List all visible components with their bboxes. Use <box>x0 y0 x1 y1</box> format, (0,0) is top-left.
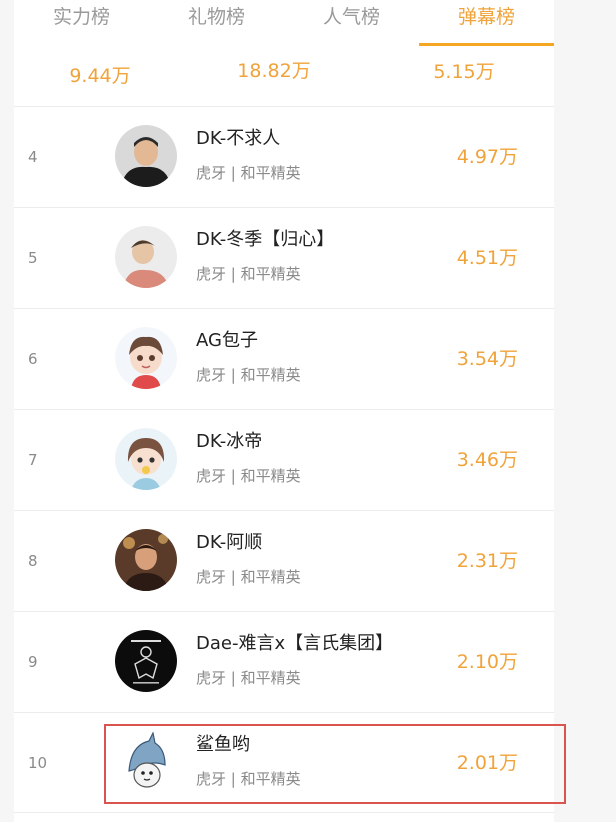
platform-game: 虎牙 | 和平精英 <box>196 265 301 283</box>
platform-game: 虎牙 | 和平精英 <box>196 467 301 485</box>
list-item[interactable]: 7 DK-冰帝 虎牙 | 和平精英 3.46万 <box>14 410 554 510</box>
rank-number: 7 <box>28 451 38 469</box>
rank-number: 10 <box>28 754 48 772</box>
top3-value-3: 5.15万 <box>433 61 495 83</box>
divider <box>14 812 554 813</box>
avatar <box>115 630 177 692</box>
platform-game: 虎牙 | 和平精英 <box>196 568 301 586</box>
platform-game: 虎牙 | 和平精英 <box>196 366 301 384</box>
danmaku-count: 2.10万 <box>456 651 518 673</box>
list-item[interactable]: 5 DK-冬季【归心】 虎牙 | 和平精英 4.51万 <box>14 208 554 308</box>
tab-popularity[interactable]: 人气榜 <box>284 0 419 46</box>
tab-gift[interactable]: 礼物榜 <box>149 0 284 46</box>
rank-number: 6 <box>28 350 38 368</box>
avatar <box>115 327 177 389</box>
tab-danmaku[interactable]: 弹幕榜 <box>419 0 554 46</box>
avatar <box>115 428 177 490</box>
danmaku-count: 2.31万 <box>456 550 518 572</box>
danmaku-count: 4.51万 <box>456 247 518 269</box>
danmaku-count: 3.54万 <box>456 348 518 370</box>
streamer-name: Dae-难言x【言氏集团】 <box>196 633 394 654</box>
rank-number: 9 <box>28 653 38 671</box>
top3-value-1: 9.44万 <box>69 65 131 87</box>
avatar <box>115 226 177 288</box>
platform-game: 虎牙 | 和平精英 <box>196 669 301 687</box>
avatar <box>115 125 177 187</box>
danmaku-count: 4.97万 <box>456 146 518 168</box>
list-item[interactable]: 4 DK-不求人 虎牙 | 和平精英 4.97万 <box>14 107 554 207</box>
top3-values: 9.44万 18.82万 5.15万 <box>14 46 554 106</box>
list-item[interactable]: 9 Dae-难言x【言氏集团】 虎牙 | 和平精英 2.10万 <box>14 612 554 712</box>
streamer-name: DK-阿顺 <box>196 532 263 553</box>
danmaku-count: 3.46万 <box>456 449 518 471</box>
rank-number: 4 <box>28 148 38 166</box>
platform-game: 虎牙 | 和平精英 <box>196 164 301 182</box>
highlight-box <box>104 724 566 804</box>
top3-value-2: 18.82万 <box>237 60 311 82</box>
rank-number: 5 <box>28 249 38 267</box>
rank-number: 8 <box>28 552 38 570</box>
tab-bar: 实力榜 礼物榜 人气榜 弹幕榜 <box>14 0 554 46</box>
list-item[interactable]: 6 AG包子 虎牙 | 和平精英 3.54万 <box>14 309 554 409</box>
avatar <box>115 529 177 591</box>
list-item[interactable]: 8 DK-阿顺 虎牙 | 和平精英 2.31万 <box>14 511 554 611</box>
streamer-name: DK-不求人 <box>196 128 281 149</box>
tab-strength[interactable]: 实力榜 <box>14 0 149 46</box>
streamer-name: AG包子 <box>196 330 258 351</box>
streamer-name: DK-冰帝 <box>196 431 263 452</box>
streamer-name: DK-冬季【归心】 <box>196 229 335 250</box>
